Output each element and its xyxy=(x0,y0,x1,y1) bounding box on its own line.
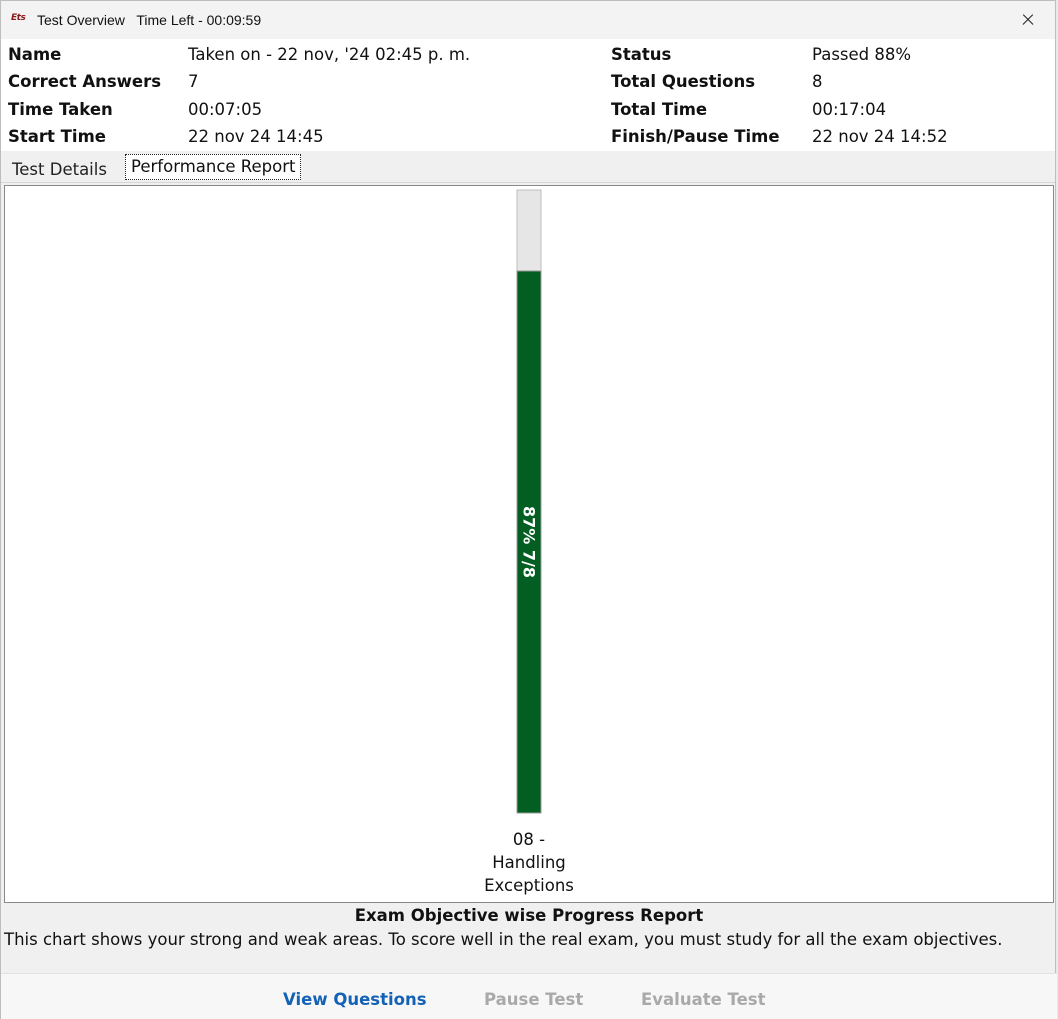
status-label: Status xyxy=(611,45,672,64)
total-time-label: Total Time xyxy=(611,100,708,119)
evaluate-test-button[interactable]: Evaluate Test xyxy=(641,990,765,1009)
objective-progress-chart: 87% 7/8 08 - Handling Exceptions xyxy=(484,189,574,895)
total-time-value: 00:17:04 xyxy=(812,100,887,119)
tab-test-details[interactable]: Test Details xyxy=(12,160,107,179)
report-title: Exam Objective wise Progress Report xyxy=(354,906,704,925)
time-taken-label: Time Taken xyxy=(8,100,113,119)
start-time-value: 22 nov 24 14:45 xyxy=(188,127,324,146)
window-title: Test Overview Time Left - 00:09:59 xyxy=(37,12,261,28)
performance-chart-panel: 87% 7/8 08 - Handling Exceptions xyxy=(4,185,1054,903)
category-label-line: Handling xyxy=(492,853,566,872)
app-logo-icon: Ets xyxy=(11,13,26,23)
view-questions-button[interactable]: View Questions xyxy=(283,990,427,1009)
pause-test-button[interactable]: Pause Test xyxy=(484,990,583,1009)
time-taken-value: 00:07:05 xyxy=(188,100,263,119)
tab-strip: Test Details Performance Report xyxy=(1,151,1055,183)
category-label-line: 08 - xyxy=(513,830,545,849)
finish-time-value: 22 nov 24 14:52 xyxy=(812,127,948,146)
category-label-line: Exceptions xyxy=(484,876,574,895)
action-bar: View Questions Pause Test Evaluate Test xyxy=(1,973,1057,1019)
status-value: Passed 88% xyxy=(812,45,912,64)
test-overview-window: Ets Test Overview Time Left - 00:09:59 N… xyxy=(0,0,1057,1019)
close-icon[interactable] xyxy=(1007,5,1047,35)
start-time-label: Start Time xyxy=(8,127,106,146)
bar-value-label: 87% 7/8 xyxy=(520,506,539,578)
correct-answers-label: Correct Answers xyxy=(8,72,162,91)
test-summary: Name Taken on - 22 nov, '24 02:45 p. m. … xyxy=(1,39,1055,151)
name-label: Name xyxy=(8,45,62,64)
name-value: Taken on - 22 nov, '24 02:45 p. m. xyxy=(188,45,471,64)
finish-time-label: Finish/Pause Time xyxy=(611,127,780,146)
time-left-label: Time Left - 00:09:59 xyxy=(136,12,262,28)
window-title-label: Test Overview xyxy=(37,12,125,28)
tab-performance-report[interactable]: Performance Report xyxy=(125,154,301,180)
total-questions-value: 8 xyxy=(812,72,823,91)
correct-answers-value: 7 xyxy=(188,72,199,91)
title-bar: Ets Test Overview Time Left - 00:09:59 xyxy=(1,1,1055,39)
report-description: This chart shows your strong and weak ar… xyxy=(4,930,1003,949)
total-questions-label: Total Questions xyxy=(611,72,756,91)
